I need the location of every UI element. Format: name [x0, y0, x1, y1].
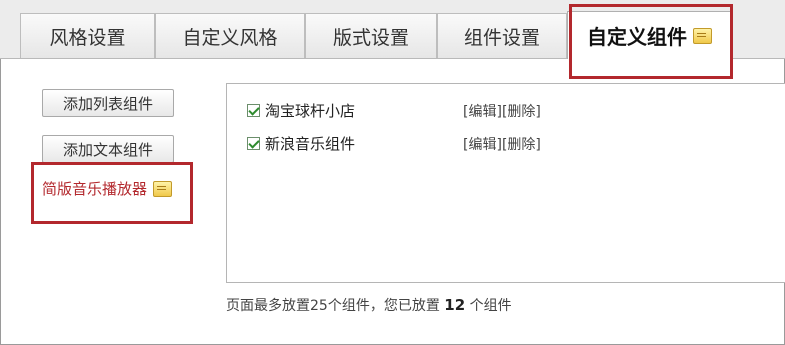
tab-bar: 风格设置 自定义风格 版式设置 组件设置 自定义组件: [0, 0, 785, 59]
simple-music-player-link[interactable]: 简版音乐播放器: [42, 178, 173, 199]
component-name: 淘宝球杆小店: [265, 101, 356, 120]
tab-label: 版式设置: [332, 26, 409, 49]
delete-link[interactable]: [删除]: [502, 104, 541, 120]
component-actions: [编辑][删除]: [463, 134, 541, 154]
list-item: 新浪音乐组件: [247, 132, 355, 154]
tab-label: 风格设置: [49, 26, 126, 49]
tab-custom-widgets[interactable]: 自定义组件: [567, 11, 732, 59]
tab-label: 自定义组件: [587, 25, 687, 49]
component-checkbox[interactable]: [247, 136, 260, 150]
delete-link[interactable]: [删除]: [502, 137, 541, 153]
component-checkbox[interactable]: [247, 103, 260, 117]
tab-label: 组件设置: [463, 26, 540, 49]
tab-widget-settings[interactable]: 组件设置: [437, 13, 567, 58]
tab-layout-settings[interactable]: 版式设置: [305, 13, 437, 58]
button-label: 添加文本组件: [62, 140, 153, 159]
tab-style-settings[interactable]: 风格设置: [20, 13, 155, 58]
edit-link[interactable]: [编辑]: [463, 137, 502, 153]
note-icon: [693, 27, 712, 44]
add-list-widget-button[interactable]: 添加列表组件: [42, 89, 174, 117]
edit-link[interactable]: [编辑]: [463, 104, 502, 120]
button-label: 添加列表组件: [62, 94, 153, 113]
tab-label: 自定义风格: [182, 26, 278, 49]
add-text-widget-button[interactable]: 添加文本组件: [42, 135, 174, 163]
widget-count-note: 页面最多放置25个组件，您已放置 12 个组件: [226, 295, 512, 315]
component-actions: [编辑][删除]: [463, 101, 541, 121]
component-list-panel: 淘宝球杆小店 [编辑][删除] 新浪音乐组件 [编辑][删除]: [226, 83, 785, 283]
component-name: 新浪音乐组件: [265, 134, 356, 153]
count-suffix: 个组件: [465, 298, 512, 314]
player-label: 简版音乐播放器: [42, 180, 148, 198]
count-value: 12: [444, 296, 466, 314]
note-icon: [153, 180, 173, 197]
tab-custom-style[interactable]: 自定义风格: [155, 13, 305, 58]
list-item: 淘宝球杆小店: [247, 99, 355, 121]
count-prefix: 页面最多放置25个组件，您已放置: [226, 298, 445, 314]
